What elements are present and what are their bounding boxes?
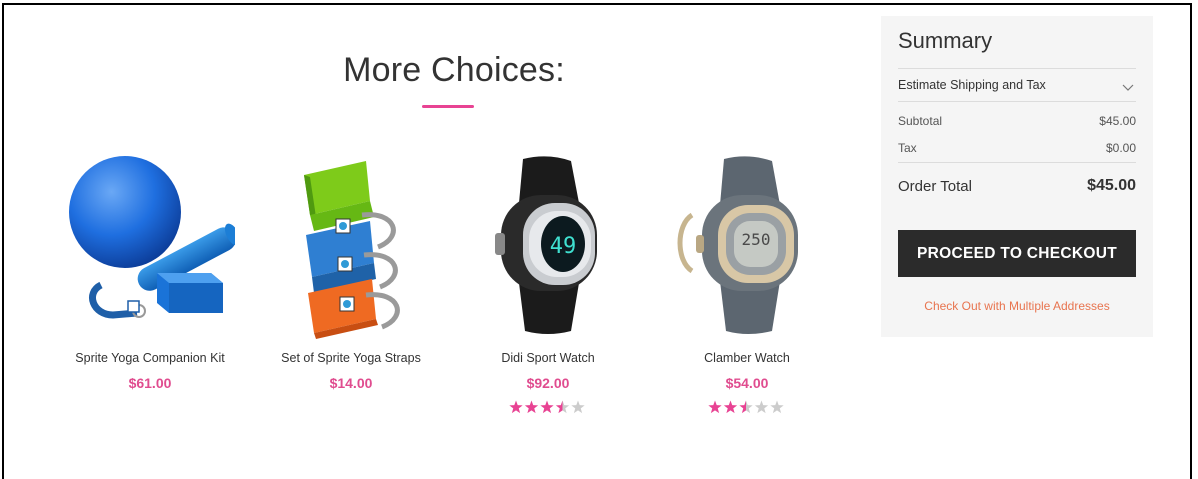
sport-watch-image[interactable]: 49 bbox=[463, 155, 633, 340]
estimate-shipping-label[interactable]: Estimate Shipping and Tax bbox=[898, 78, 1046, 92]
subtotal-value: $45.00 bbox=[1099, 114, 1136, 128]
star-icon bbox=[739, 400, 753, 414]
tax-value: $0.00 bbox=[1105, 141, 1136, 155]
product-price: $92.00 bbox=[526, 375, 570, 391]
tax-row: Tax $0.00 bbox=[898, 141, 1136, 155]
chevron-down-icon[interactable] bbox=[1122, 79, 1134, 97]
title-underline bbox=[422, 105, 474, 108]
svg-text:250: 250 bbox=[742, 230, 771, 249]
product-price: $14.00 bbox=[329, 375, 373, 391]
summary-title: Summary bbox=[898, 28, 993, 53]
star-icon bbox=[555, 400, 570, 414]
order-total-row: Order Total $45.00 bbox=[898, 162, 1136, 199]
clamber-watch-image[interactable]: 250 bbox=[662, 155, 832, 340]
product-card[interactable]: 250 Clamber Watch $54.00 bbox=[662, 155, 832, 414]
rating-stars bbox=[463, 400, 633, 419]
svg-text:49: 49 bbox=[550, 234, 577, 259]
product-card[interactable]: Sprite Yoga Companion Kit $61.00 bbox=[65, 155, 241, 391]
product-price: $61.00 bbox=[128, 375, 172, 391]
star-icon bbox=[509, 400, 523, 414]
estimate-shipping-toggle[interactable]: Estimate Shipping and Tax bbox=[898, 68, 1136, 102]
star-icon bbox=[540, 400, 554, 414]
product-name[interactable]: Sprite Yoga Companion Kit bbox=[65, 351, 235, 365]
star-icon bbox=[770, 400, 784, 414]
multiple-addresses-link[interactable]: Check Out with Multiple Addresses bbox=[898, 299, 1136, 313]
product-name[interactable]: Set of Sprite Yoga Straps bbox=[266, 351, 436, 365]
proceed-to-checkout-button[interactable]: PROCEED TO CHECKOUT bbox=[898, 230, 1136, 277]
tax-label: Tax bbox=[898, 141, 917, 155]
order-summary: Summary Estimate Shipping and Tax Subtot… bbox=[881, 16, 1153, 337]
subtotal-label: Subtotal bbox=[898, 114, 943, 128]
product-name[interactable]: Clamber Watch bbox=[662, 351, 832, 365]
yoga-kit-image[interactable] bbox=[65, 155, 241, 340]
order-total-value: $45.00 bbox=[1087, 177, 1136, 194]
order-total-label: Order Total bbox=[898, 178, 972, 195]
star-icon bbox=[754, 400, 769, 414]
page-frame: More Choices: Sprite Yoga Companion Kit … bbox=[2, 3, 1192, 479]
subtotal-row: Subtotal $45.00 bbox=[898, 114, 1136, 128]
yoga-straps-image[interactable] bbox=[266, 155, 436, 340]
rating-stars bbox=[662, 400, 832, 419]
product-price: $54.00 bbox=[725, 375, 769, 391]
product-card[interactable]: 49 Didi Sport Watch $92.00 bbox=[463, 155, 633, 414]
star-icon bbox=[723, 400, 738, 414]
product-name[interactable]: Didi Sport Watch bbox=[463, 351, 633, 365]
product-card[interactable]: Set of Sprite Yoga Straps $14.00 bbox=[266, 155, 436, 391]
star-icon bbox=[708, 400, 722, 414]
star-icon bbox=[571, 400, 585, 414]
more-choices-title: More Choices: bbox=[343, 51, 565, 89]
star-icon bbox=[524, 400, 539, 414]
